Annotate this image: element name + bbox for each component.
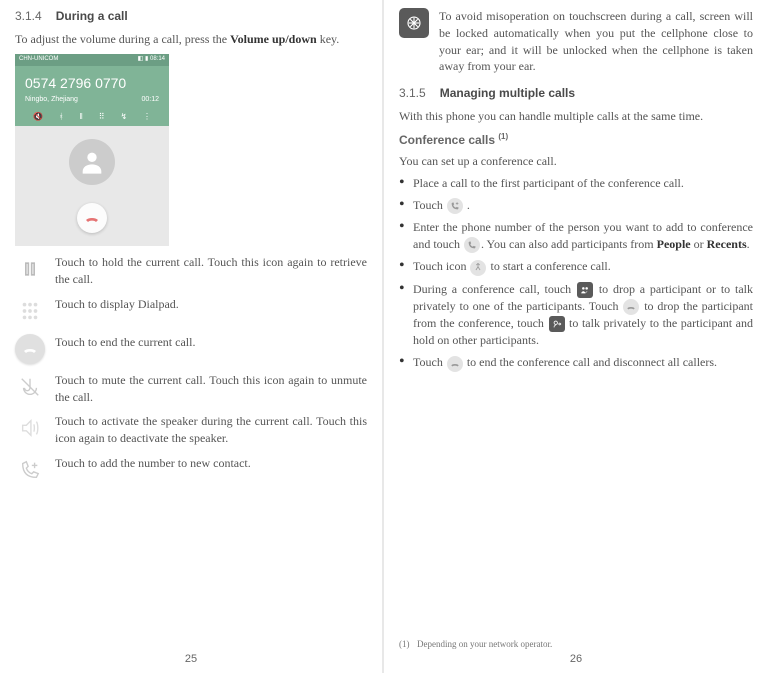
footnote: (1) Depending on your network operator. bbox=[399, 638, 552, 651]
manage-inline-icon bbox=[577, 282, 593, 298]
statusbar: CHN-UNICOM ◧ ▮ 08:14 bbox=[15, 54, 169, 66]
hangup-inline-icon bbox=[447, 356, 463, 372]
call-header: 0574 2796 0770 Ningbo, Zhejiang 00:12 🔇 … bbox=[15, 66, 169, 127]
intro-bold: Volume up/down bbox=[230, 32, 317, 46]
call-location: Ningbo, Zhejiang bbox=[25, 95, 78, 105]
drop-inline-icon bbox=[623, 299, 639, 315]
step-6: Touch to end the conference call and dis… bbox=[399, 354, 753, 371]
pagenum-right: 26 bbox=[399, 652, 753, 667]
row-end: Touch to end the current call. bbox=[15, 334, 367, 364]
row-addcontact: Touch to add the number to new contact. bbox=[15, 455, 367, 485]
page-left: 3.1.4 During a call To adjust the volume … bbox=[0, 0, 384, 673]
call-body bbox=[15, 126, 169, 246]
step-5: During a conference call, touch to drop … bbox=[399, 281, 753, 350]
s4a: Touch icon bbox=[413, 259, 469, 273]
dialpad-small-icon: ⠿ bbox=[99, 111, 105, 122]
heading-text-2: Managing multiple calls bbox=[440, 86, 575, 100]
row-hold: Touch to hold the current call. Touch th… bbox=[15, 254, 367, 288]
end-desc: Touch to end the current call. bbox=[55, 334, 367, 351]
addcontact-desc: Touch to add the number to new contact. bbox=[55, 455, 367, 472]
mute-big-icon bbox=[15, 372, 45, 402]
more-icon: ⋮ bbox=[143, 111, 151, 122]
s2b: . bbox=[464, 198, 470, 212]
phone-screenshot: CHN-UNICOM ◧ ▮ 08:14 0574 2796 0770 Ning… bbox=[15, 54, 169, 247]
hold-desc: Touch to hold the current call. Touch th… bbox=[55, 254, 367, 288]
carrier-label: CHN-UNICOM bbox=[19, 55, 58, 63]
conf-sup: (1) bbox=[498, 132, 508, 141]
status-time: 08:14 bbox=[150, 56, 165, 62]
page-right: To avoid misoperation on touchscreen dur… bbox=[384, 0, 768, 673]
footnote-text: Depending on your network operator. bbox=[417, 638, 552, 651]
avatar bbox=[69, 139, 115, 185]
bluetooth-icon: ᚼ bbox=[59, 111, 64, 122]
pagenum-left: 25 bbox=[15, 652, 367, 667]
conf-intro: You can set up a conference call. bbox=[399, 153, 753, 170]
call-duration: 00:12 bbox=[141, 95, 159, 105]
conf-title-text: Conference calls bbox=[399, 133, 498, 147]
s6b: to end the conference call and disconnec… bbox=[464, 355, 717, 369]
row-speaker: Touch to activate the speaker during the… bbox=[15, 413, 367, 447]
s6a: Touch bbox=[413, 355, 446, 369]
dialpad-desc: Touch to display Dialpad. bbox=[55, 296, 367, 313]
heading-3-1-5: 3.1.5 Managing multiple calls bbox=[399, 85, 753, 102]
end-icon bbox=[15, 334, 45, 364]
step-2: Touch . bbox=[399, 197, 753, 214]
call-icons-row: 🔇 ᚼ ‖ ⠿ ↯ ⋮ bbox=[25, 105, 159, 122]
status-icons: ◧ ▮ 08:14 bbox=[138, 55, 165, 63]
addcall-icon: ↯ bbox=[120, 111, 127, 122]
multi-intro: With this phone you can handle multiple … bbox=[399, 108, 753, 125]
ear-row: To avoid misoperation on touchscreen dur… bbox=[399, 8, 753, 75]
s3b: . You can also add participants from bbox=[481, 237, 657, 251]
intro-part2: key. bbox=[317, 32, 340, 46]
hold-small-icon: ‖ bbox=[80, 111, 83, 122]
s3bold2: Recents bbox=[707, 237, 747, 251]
call-number: 0574 2796 0770 bbox=[25, 74, 159, 94]
s5a: During a conference call, touch bbox=[413, 282, 576, 296]
hangup-button bbox=[77, 203, 107, 233]
s3bold1: People bbox=[657, 237, 691, 251]
step-1: Place a call to the first participant of… bbox=[399, 175, 753, 192]
merge-inline-icon bbox=[470, 260, 486, 276]
mute-desc: Touch to mute the current call. Touch th… bbox=[55, 372, 367, 406]
ear-desc: To avoid misoperation on touchscreen dur… bbox=[439, 8, 753, 75]
row-mute: Touch to mute the current call. Touch th… bbox=[15, 372, 367, 406]
private-inline-icon bbox=[549, 316, 565, 332]
footnote-mark: (1) bbox=[399, 638, 417, 651]
step-3: Enter the phone number of the person you… bbox=[399, 219, 753, 253]
s3c: . bbox=[747, 237, 750, 251]
conf-subhead: Conference calls (1) bbox=[399, 131, 753, 149]
ear-icon bbox=[399, 8, 429, 38]
addcontact-icon bbox=[15, 455, 45, 485]
conf-steps-list: Place a call to the first participant of… bbox=[399, 175, 753, 371]
hold-icon bbox=[15, 254, 45, 284]
heading-text: During a call bbox=[56, 9, 128, 23]
intro-part1: To adjust the volume during a call, pres… bbox=[15, 32, 230, 46]
s3or: or bbox=[691, 237, 707, 251]
dialpad-icon bbox=[15, 296, 45, 326]
row-dialpad: Touch to display Dialpad. bbox=[15, 296, 367, 326]
speaker-icon bbox=[15, 413, 45, 443]
dial-inline-icon bbox=[464, 237, 480, 253]
s2a: Touch bbox=[413, 198, 446, 212]
heading-num: 3.1.4 bbox=[15, 9, 42, 23]
intro-during-call: To adjust the volume during a call, pres… bbox=[15, 31, 367, 48]
s4b: to start a conference call. bbox=[487, 259, 610, 273]
heading-3-1-4: 3.1.4 During a call bbox=[15, 8, 367, 25]
heading-num-2: 3.1.5 bbox=[399, 86, 426, 100]
step-4: Touch icon to start a conference call. bbox=[399, 258, 753, 275]
addcall-inline-icon bbox=[447, 198, 463, 214]
speaker-desc: Touch to activate the speaker during the… bbox=[55, 413, 367, 447]
mute-icon: 🔇 bbox=[33, 111, 43, 122]
